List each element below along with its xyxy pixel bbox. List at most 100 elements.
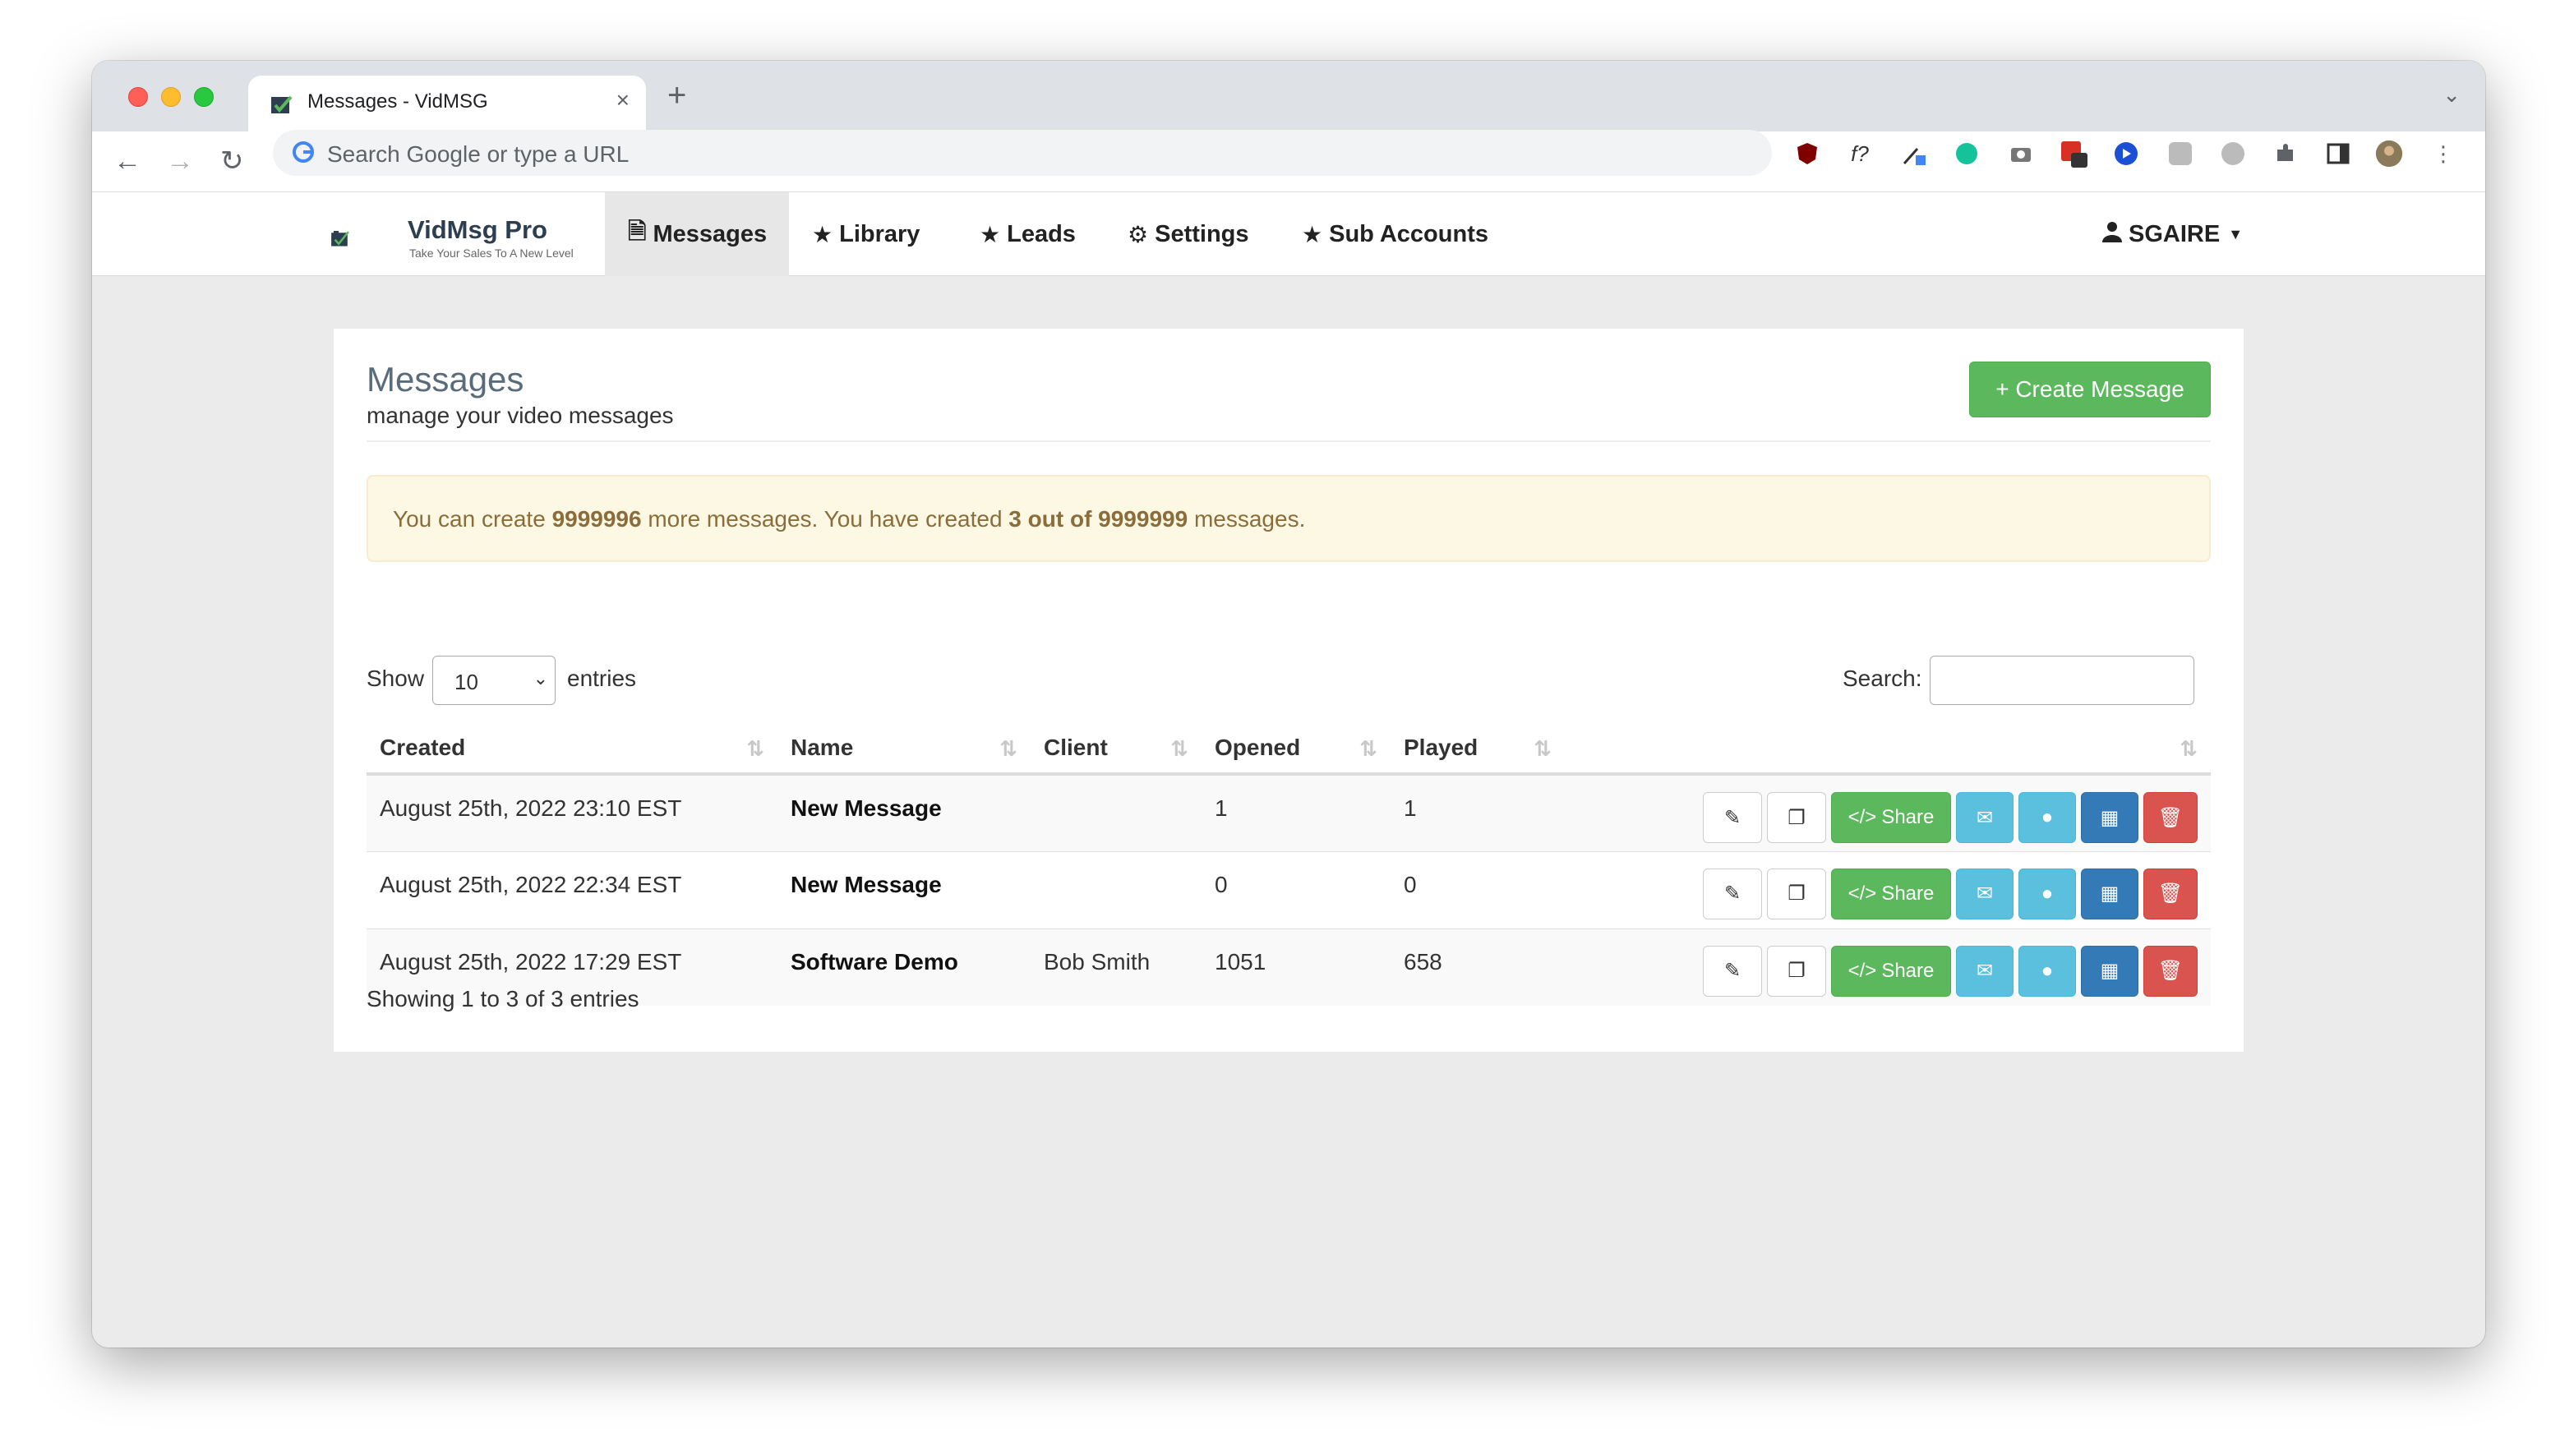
favicon-icon [271,95,293,113]
grid-button[interactable]: ▦ [2081,945,2138,997]
cell-played: 0 [1391,850,1565,928]
avatar-icon[interactable] [2375,140,2403,168]
comment-button[interactable]: ● [2018,945,2076,997]
nav-library[interactable]: ★ Library [812,192,920,276]
show-label: Show [367,666,425,691]
column-client-label: Client [1044,735,1108,760]
delete-button[interactable]: 🗑 [2143,945,2198,997]
tab-close-icon[interactable]: × [616,87,630,113]
column-played[interactable]: Played ⇅ [1391,723,1565,776]
nav-library-label: Library [839,220,920,247]
trash-icon: 🗑 [2157,882,2184,905]
column-name[interactable]: Name ⇅ [777,723,1031,776]
email-button[interactable]: ✉ [1956,868,2014,919]
edit-button[interactable]: ✎ [1703,792,1762,843]
tab-search-chevron-icon[interactable]: ⌄ [2443,82,2461,108]
nav-sub-accounts[interactable]: ★ Sub Accounts [1302,192,1488,276]
email-button[interactable]: ✉ [1956,792,2014,843]
new-tab-button[interactable]: + [667,79,686,112]
delete-button[interactable]: 🗑 [2143,868,2198,919]
comment-button[interactable]: ● [2018,868,2076,919]
close-window-button[interactable] [128,87,148,107]
share-label: Share [1881,882,1935,905]
user-menu[interactable]: SGAIRE ▼ [2102,192,2243,276]
alert-text-post: messages. [1188,506,1306,532]
font-icon[interactable]: f? [1846,140,1874,168]
nav-messages[interactable]: 🗎 Messages [605,192,789,276]
cell-actions: ✎ ❐ </> Share ✉ ● ▦ 🗑 [1565,773,2211,851]
copy-icon: ❐ [1788,882,1806,905]
table-row: August 25th, 2022 22:34 EST New Message … [367,850,2211,928]
browser-tab[interactable]: Messages - VidMSG × [248,76,646,131]
share-button[interactable]: </> Share [1831,945,1951,997]
cell-name[interactable]: New Message [777,773,1031,851]
eyedropper-icon[interactable] [1900,140,1928,168]
reload-icon[interactable]: ↻ [220,141,244,181]
user-icon [2102,221,2122,248]
screencast-icon[interactable] [2112,140,2140,168]
puzzle-icon[interactable] [2272,140,2300,168]
delete-button[interactable]: 🗑 [2143,792,2198,843]
star-icon: ★ [980,221,1001,247]
search-input[interactable] [1930,656,2194,705]
grammarly-icon[interactable] [1953,140,1981,168]
column-created[interactable]: Created ⇅ [367,723,777,776]
nav-settings[interactable]: ⚙ Settings [1128,192,1249,276]
table-info: Showing 1 to 3 of 3 entries [367,986,639,1011]
grid-button[interactable]: ▦ [2081,868,2138,919]
browser-window: Messages - VidMSG × + ⌄ ← → ↻ Search Goo… [92,61,2485,1348]
extension-k-icon[interactable] [2219,140,2247,168]
minimize-window-button[interactable] [161,87,181,107]
cell-opened: 1051 [1202,928,1391,1006]
nav-leads[interactable]: ★ Leads [980,192,1076,276]
more-vert-icon[interactable]: ⋮ [2429,140,2457,168]
edit-icon: ✎ [1723,806,1741,829]
column-actions[interactable]: ⇅ [1565,723,2211,776]
page-length-select[interactable]: 10 ⌄ [432,656,556,705]
cell-client: Bob Smith [1031,928,1202,1006]
tab-strip: Messages - VidMSG × + ⌄ [92,61,2485,131]
forward-arrow-icon[interactable]: → [166,141,194,181]
back-arrow-icon[interactable]: ← [113,141,141,181]
cell-opened: 1 [1202,773,1391,851]
table-row: August 25th, 2022 17:29 EST Software Dem… [367,928,2211,1006]
address-bar[interactable]: Search Google or type a URL [273,130,1772,176]
create-message-button[interactable]: + Create Message [1969,362,2211,417]
page-title: Messages [367,360,524,399]
camera-icon[interactable] [2007,140,2035,168]
share-button[interactable]: </> Share [1831,868,1951,919]
nav-sub-accounts-label: Sub Accounts [1329,220,1488,247]
calendar-icon[interactable] [2060,140,2087,168]
page-subtitle: manage your video messages [367,403,674,428]
email-button[interactable]: ✉ [1956,945,2014,997]
sort-icon: ⇅ [999,736,1017,761]
sort-icon: ⇅ [1534,736,1552,761]
extension-n-icon[interactable] [2166,140,2194,168]
share-button[interactable]: </> Share [1831,792,1951,843]
sidepanel-icon[interactable] [2324,140,2352,168]
comment-button[interactable]: ● [2018,792,2076,843]
edit-button[interactable]: ✎ [1703,945,1762,997]
envelope-icon: ✉ [1976,806,1994,829]
copy-icon: ❐ [1788,806,1806,829]
duplicate-button[interactable]: ❐ [1767,868,1826,919]
duplicate-button[interactable]: ❐ [1767,945,1826,997]
quota-alert: You can create 9999996 more messages. Yo… [367,475,2211,562]
logo-name: VidMsg Pro [408,215,547,244]
comment-icon: ● [2041,882,2054,905]
column-opened[interactable]: Opened ⇅ [1202,723,1391,776]
grid-button[interactable]: ▦ [2081,792,2138,843]
sort-icon: ⇅ [746,736,764,761]
column-client[interactable]: Client ⇅ [1031,723,1202,776]
cell-name[interactable]: Software Demo [777,928,1031,1006]
alert-text-mid: more messages. You have created [641,506,1009,532]
header-divider [367,440,2211,442]
duplicate-button[interactable]: ❐ [1767,792,1826,843]
cell-name[interactable]: New Message [777,850,1031,928]
zoom-window-button[interactable] [194,87,214,107]
logo-tagline: Take Your Sales To A New Level [409,247,574,260]
vidmsg-logo[interactable] [330,209,404,268]
ublock-icon[interactable] [1793,140,1821,168]
edit-button[interactable]: ✎ [1703,868,1762,919]
file-icon: 🗎 [628,219,647,244]
